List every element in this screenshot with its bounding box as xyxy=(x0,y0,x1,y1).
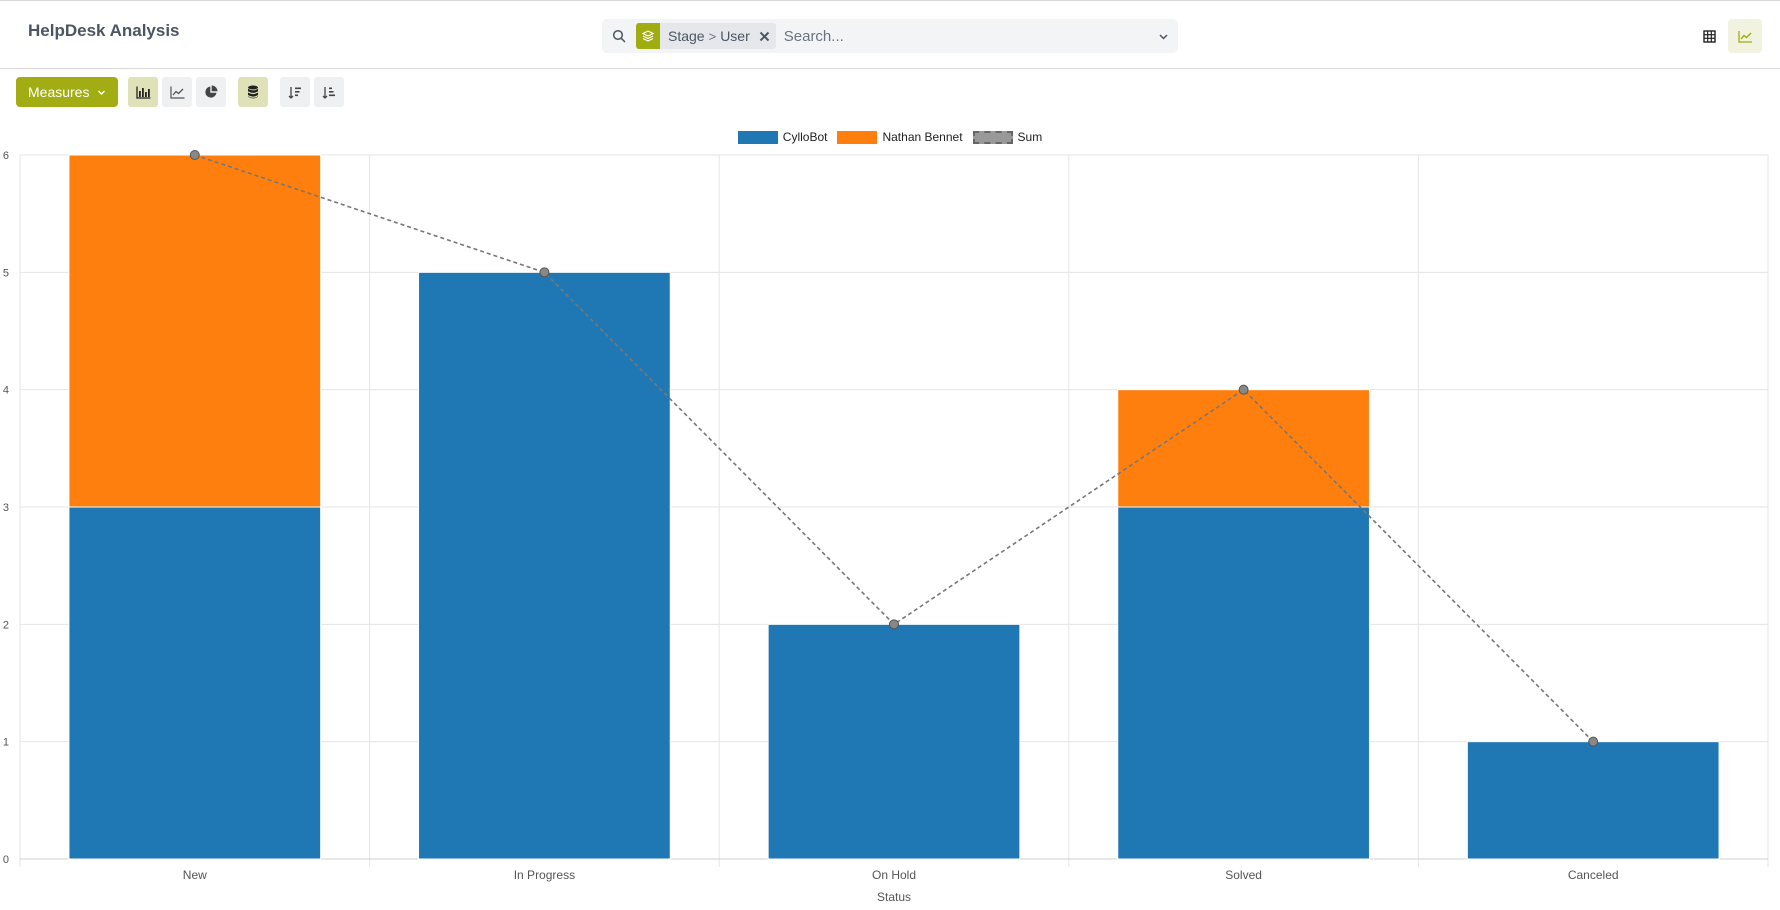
sum-point-4 xyxy=(1588,736,1599,747)
legend-label: Nathan Bennet xyxy=(882,130,963,144)
x-tick-label: Solved xyxy=(1225,868,1262,882)
facet-value-user: User xyxy=(720,28,750,44)
legend-label: CylloBot xyxy=(782,130,828,144)
y-tick-label: 2 xyxy=(3,619,9,631)
stacked-bar-chart: 0 1 2 3 4 5 6 New In Progress On Hold Solved Cancel… xyxy=(3,150,1769,904)
measures-button[interactable]: Measures xyxy=(16,77,119,107)
bar-1-0 xyxy=(68,154,322,508)
y-tick-label: 3 xyxy=(3,502,9,514)
y-tick-label: 6 xyxy=(3,150,9,162)
grid-icon[interactable] xyxy=(1692,19,1726,53)
search-bar[interactable]: Stage > User xyxy=(602,19,1178,53)
bar-0-4 xyxy=(1466,741,1720,860)
bar-0-2 xyxy=(767,623,1021,860)
sum-point-2 xyxy=(889,619,899,630)
x-tick-label: In Progress xyxy=(514,868,575,882)
chevron-down-icon[interactable] xyxy=(1148,19,1178,53)
pie-chart-icon[interactable] xyxy=(196,77,227,107)
x-tick-label: Canceled xyxy=(1568,868,1619,882)
legend-label: Sum xyxy=(1017,130,1043,144)
sort-descending-icon[interactable] xyxy=(280,77,311,107)
stacked-database-icon[interactable] xyxy=(238,77,269,107)
group-by-facet: Stage > User xyxy=(636,23,776,49)
graph-toolbar: Measures xyxy=(16,77,345,107)
search-icon xyxy=(602,19,636,53)
line-chart-icon[interactable] xyxy=(162,77,193,107)
y-tick-label: 0 xyxy=(3,854,9,866)
legend-item-1[interactable]: Nathan Bennet xyxy=(837,130,963,144)
line-chart-icon[interactable] xyxy=(1728,19,1762,53)
x-tick-label: On Hold xyxy=(872,868,916,882)
bar-chart-icon[interactable] xyxy=(128,77,159,107)
sum-point-0 xyxy=(189,150,200,160)
legend-swatch xyxy=(837,130,878,144)
layers-icon xyxy=(636,23,660,49)
bar-0-3 xyxy=(1117,506,1370,860)
sort-ascending-icon[interactable] xyxy=(314,77,345,107)
bar-0-0 xyxy=(68,506,322,860)
page-title: HelpDesk Analysis xyxy=(28,21,180,40)
search-input[interactable] xyxy=(775,21,1148,51)
bar-1-3 xyxy=(1117,389,1370,508)
legend-item-2[interactable]: Sum xyxy=(972,130,1043,144)
graph-area: 0 1 2 3 4 5 6 New In Progress On Hold Solved Cancel… xyxy=(0,118,1780,910)
y-tick-label: 1 xyxy=(3,737,9,749)
sum-point-1 xyxy=(539,267,550,278)
facet-separator: > xyxy=(708,28,717,44)
x-axis-label: Status xyxy=(877,890,911,904)
control-panel: HelpDesk Analysis Stage > User xyxy=(0,3,1780,69)
view-switcher xyxy=(1692,19,1762,53)
chevron-down-icon xyxy=(98,90,106,95)
x-tick-label: New xyxy=(183,868,207,882)
legend-swatch xyxy=(972,130,1013,144)
measures-label: Measures xyxy=(28,84,90,100)
legend-swatch xyxy=(737,130,778,144)
chart-legend: CylloBot Nathan Bennet Sum xyxy=(0,130,1780,144)
facet-value-stage: Stage xyxy=(668,28,705,44)
sum-point-3 xyxy=(1238,384,1249,395)
close-icon[interactable] xyxy=(754,23,776,49)
legend-item-0[interactable]: CylloBot xyxy=(737,130,828,144)
y-tick-label: 5 xyxy=(3,267,9,279)
y-tick-label: 4 xyxy=(3,385,9,397)
